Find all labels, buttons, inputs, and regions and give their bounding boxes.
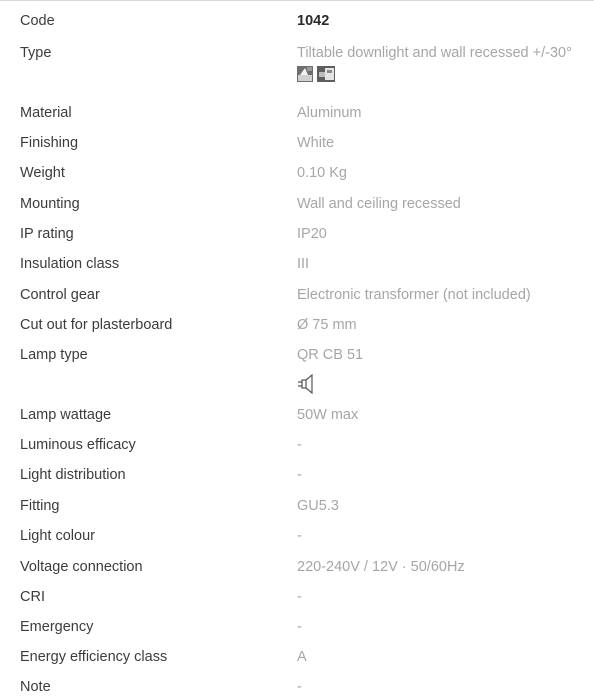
spec-value: - bbox=[297, 437, 302, 453]
spec-row-cri: CRI - bbox=[0, 584, 594, 610]
spec-row-cut-out: Cut out for plasterboard Ø 75 mm bbox=[0, 312, 594, 338]
spec-label: Control gear bbox=[20, 287, 100, 303]
spec-value: Ø 75 mm bbox=[297, 317, 357, 333]
spec-value: - bbox=[297, 679, 302, 695]
spec-value: III bbox=[297, 256, 310, 272]
spec-value: Wall and ceiling recessed bbox=[297, 196, 461, 212]
spec-sheet: Code 1042 Type Tiltable downlight and wa… bbox=[0, 0, 594, 699]
spec-row-note: Note - bbox=[0, 674, 594, 700]
spec-row-weight: Weight 0.10 Kg bbox=[0, 160, 594, 186]
wall-recessed-icon bbox=[317, 66, 335, 82]
spec-label: Lamp type bbox=[20, 347, 88, 363]
spec-value: - bbox=[297, 619, 302, 635]
spec-row-lamp-wattage: Lamp wattage 50W max bbox=[0, 402, 594, 428]
spec-row-insulation-class: Insulation class III bbox=[0, 251, 594, 277]
spec-label: Cut out for plasterboard bbox=[20, 317, 173, 333]
spec-value: Tiltable downlight and wall recessed +/-… bbox=[297, 45, 572, 61]
spec-row-emergency: Emergency - bbox=[0, 614, 594, 640]
spec-label: Type bbox=[20, 45, 52, 61]
spec-label: Lamp wattage bbox=[20, 407, 112, 423]
spec-label: Insulation class bbox=[20, 256, 120, 272]
spec-row-mounting: Mounting Wall and ceiling recessed bbox=[0, 191, 594, 217]
spec-row-control-gear: Control gear Electronic transformer (not… bbox=[0, 282, 594, 308]
spec-label: Fitting bbox=[20, 498, 60, 514]
spec-value: - bbox=[297, 589, 302, 605]
halogen-lamp-icon bbox=[298, 374, 313, 394]
spec-label: Emergency bbox=[20, 619, 94, 635]
spec-row-light-colour: Light colour - bbox=[0, 523, 594, 549]
spec-value: Aluminum bbox=[297, 105, 362, 121]
spec-value: QR CB 51 bbox=[297, 347, 364, 363]
spec-value: 220-240V / 12V · 50/60Hz bbox=[297, 559, 465, 575]
spec-value: 50W max bbox=[297, 407, 359, 423]
spec-label: Mounting bbox=[20, 196, 80, 212]
spec-value: IP20 bbox=[297, 226, 327, 242]
top-divider bbox=[0, 0, 594, 1]
spec-label: Material bbox=[20, 105, 72, 121]
downlight-tilt-icon bbox=[297, 66, 313, 82]
spec-row-fitting: Fitting GU5.3 bbox=[0, 493, 594, 519]
type-icons bbox=[297, 66, 335, 84]
spec-row-material: Material Aluminum bbox=[0, 100, 594, 126]
spec-row-lamp-type: Lamp type QR CB 51 bbox=[0, 342, 594, 368]
spec-value: - bbox=[297, 528, 302, 544]
spec-value: 1042 bbox=[297, 13, 330, 29]
spec-label: Luminous efficacy bbox=[20, 437, 136, 453]
spec-row-ip-rating: IP rating IP20 bbox=[0, 221, 594, 247]
spec-value: 0.10 Kg bbox=[297, 165, 347, 181]
spec-label: Energy efficiency class bbox=[20, 649, 168, 665]
spec-value: GU5.3 bbox=[297, 498, 339, 514]
spec-value: A bbox=[297, 649, 307, 665]
spec-value: Electronic transformer (not included) bbox=[297, 287, 531, 303]
spec-value: - bbox=[297, 467, 302, 483]
spec-row-luminous-efficacy: Luminous efficacy - bbox=[0, 432, 594, 458]
spec-label: IP rating bbox=[20, 226, 74, 242]
spec-label: Weight bbox=[20, 165, 65, 181]
spec-row-type: Type Tiltable downlight and wall recesse… bbox=[0, 40, 594, 66]
spec-label: Finishing bbox=[20, 135, 79, 151]
spec-label: Code bbox=[20, 13, 55, 29]
spec-label: Voltage connection bbox=[20, 559, 143, 575]
spec-label: Note bbox=[20, 679, 51, 695]
spec-row-code: Code 1042 bbox=[0, 8, 594, 34]
spec-label: Light distribution bbox=[20, 467, 126, 483]
spec-label: CRI bbox=[20, 589, 45, 605]
spec-row-finishing: Finishing White bbox=[0, 130, 594, 156]
spec-row-voltage-connection: Voltage connection 220-240V / 12V · 50/6… bbox=[0, 554, 594, 580]
spec-row-energy-efficiency-class: Energy efficiency class A bbox=[0, 644, 594, 670]
spec-label: Light colour bbox=[20, 528, 95, 544]
spec-row-light-distribution: Light distribution - bbox=[0, 462, 594, 488]
spec-value: White bbox=[297, 135, 335, 151]
